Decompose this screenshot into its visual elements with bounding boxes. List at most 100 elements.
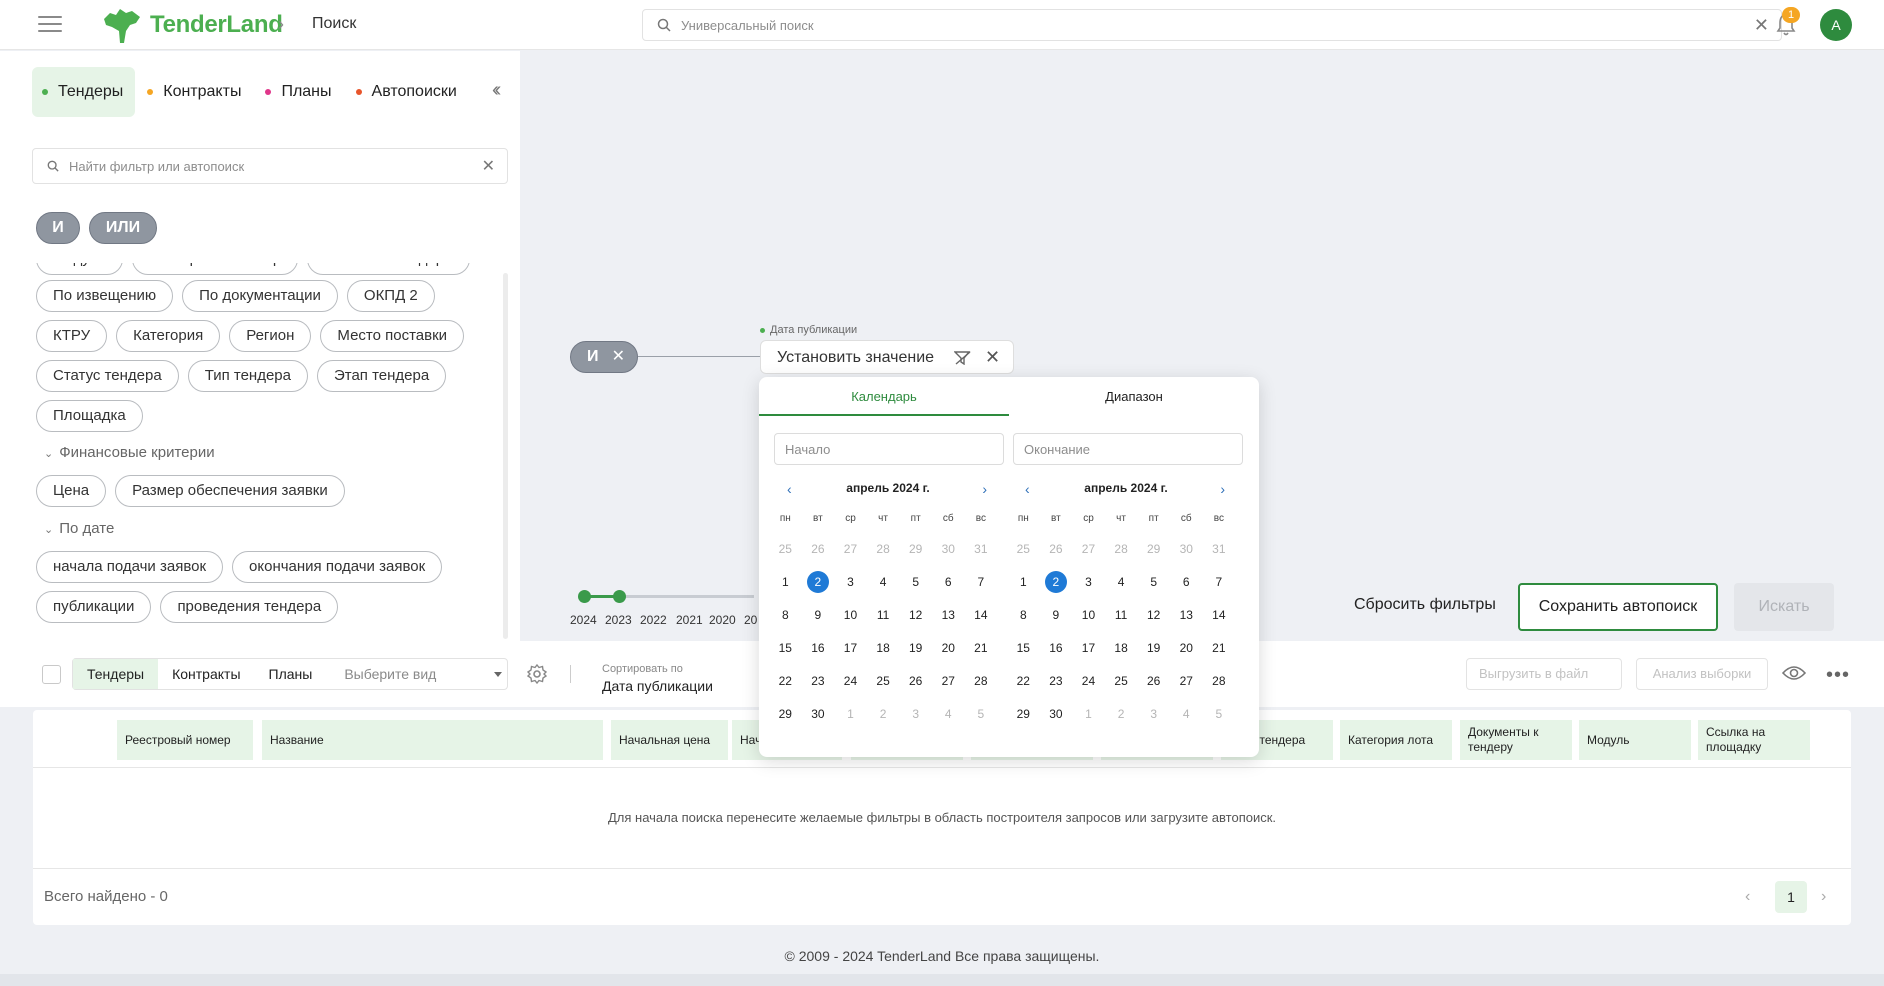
calendar-day[interactable]: 24 [1072, 665, 1105, 698]
view-select[interactable]: Выберите вид [326, 666, 436, 682]
close-icon[interactable]: ✕ [1754, 15, 1769, 36]
calendar-day[interactable]: 25 [1105, 665, 1138, 698]
calendar-day[interactable]: 28 [1203, 665, 1236, 698]
calendar-day[interactable]: 3 [1137, 698, 1170, 731]
filter-chip[interactable]: публикации [36, 591, 152, 623]
calendar-day[interactable]: 27 [834, 533, 867, 566]
calendar-day[interactable]: 18 [1105, 632, 1138, 665]
collapse-panel-icon[interactable]: ‹‹ [492, 79, 502, 102]
calendar-day[interactable]: 28 [965, 665, 998, 698]
filter-chip[interactable]: Категория [116, 320, 221, 352]
calendar-day[interactable]: 25 [1007, 533, 1040, 566]
close-icon[interactable]: ✕ [482, 156, 495, 176]
chevron-right-icon[interactable]: › [1220, 481, 1225, 497]
filter-chip[interactable]: Этап тендера [316, 360, 447, 392]
calendar-day[interactable]: 27 [1170, 665, 1203, 698]
calendar-day[interactable]: 1 [834, 698, 867, 731]
eye-icon[interactable] [1782, 664, 1806, 682]
calendar-day[interactable]: 28 [1105, 533, 1138, 566]
calendar-day[interactable]: 30 [1040, 698, 1073, 731]
calendar-day[interactable]: 4 [1105, 566, 1138, 599]
calendar-day[interactable]: 31 [1203, 533, 1236, 566]
calendar-day[interactable]: 4 [1170, 698, 1203, 731]
calendar-day[interactable]: 28 [867, 533, 900, 566]
tab-range[interactable]: Диапазон [1009, 389, 1259, 404]
chevron-left-icon[interactable]: ‹ [1025, 481, 1030, 497]
calendar-day[interactable]: 26 [802, 533, 835, 566]
calendar-day[interactable]: 8 [769, 599, 802, 632]
chevron-down-icon[interactable] [494, 672, 502, 677]
filter-chip[interactable]: проведения тендера [160, 591, 339, 623]
calendar-day[interactable]: 11 [867, 599, 900, 632]
calendar-day[interactable]: 21 [965, 632, 998, 665]
calendar-day[interactable]: 16 [802, 632, 835, 665]
calendar-day[interactable]: 20 [1170, 632, 1203, 665]
calendar-day[interactable]: 27 [932, 665, 965, 698]
filter-chip[interactable]: окончания подачи заявок [232, 551, 443, 583]
calendar-day[interactable]: 11 [1105, 599, 1138, 632]
calendar-day[interactable]: 1 [769, 566, 802, 599]
calendar-day[interactable]: 17 [834, 632, 867, 665]
filter-chip[interactable]: КТРУ [36, 320, 108, 352]
calendar-day[interactable]: 29 [899, 533, 932, 566]
calendar-day[interactable]: 14 [1203, 599, 1236, 632]
date-value-pill[interactable]: Установить значение ✕ [760, 340, 1014, 374]
filter-chip[interactable]: Модуль [36, 263, 124, 275]
column-header[interactable]: Ссылка на площадку [1698, 720, 1810, 760]
filter-search[interactable]: ✕ [32, 148, 508, 184]
start-date-input[interactable] [775, 434, 1003, 464]
tab-plans[interactable]: Планы [255, 67, 343, 117]
menu-icon[interactable] [38, 16, 62, 34]
calendar-day[interactable]: 17 [1072, 632, 1105, 665]
calendar-day[interactable]: 31 [965, 533, 998, 566]
close-icon[interactable]: ✕ [985, 347, 1000, 368]
chevron-left-icon[interactable]: ‹ [1745, 888, 1750, 906]
calendar-day[interactable]: 4 [932, 698, 965, 731]
save-autosearch-button[interactable]: Сохранить автопоиск [1518, 583, 1718, 631]
calendar-day[interactable]: 23 [1040, 665, 1073, 698]
group-finance[interactable]: ⌄ Финансовые критерии [44, 444, 215, 461]
timeline-handle-end[interactable] [613, 590, 626, 603]
filter-chip[interactable]: Реестровый номер [132, 263, 299, 275]
calendar-day[interactable]: 19 [1137, 632, 1170, 665]
avatar[interactable]: А [1820, 9, 1852, 41]
results-tab-tenders[interactable]: Тендеры [73, 659, 159, 689]
calendar-day[interactable]: 29 [1137, 533, 1170, 566]
calendar-day[interactable]: 3 [834, 566, 867, 599]
calendar-day[interactable]: 14 [965, 599, 998, 632]
search-button[interactable]: Искать [1734, 583, 1834, 631]
close-icon[interactable]: ✕ [612, 342, 625, 372]
filter-chip[interactable]: Цена [36, 475, 107, 507]
calendar-day[interactable]: 10 [1072, 599, 1105, 632]
filter-chip[interactable]: Размер обеспечения заявки [115, 475, 345, 507]
filter-search-input[interactable] [69, 157, 469, 175]
logic-and-button[interactable]: И [36, 212, 80, 244]
tab-autosearches[interactable]: Автопоиски [346, 67, 469, 117]
calendar-day-selected[interactable]: 2 [1040, 566, 1073, 599]
calendar-day[interactable]: 22 [769, 665, 802, 698]
filter-chip[interactable]: Место поставки [320, 320, 465, 352]
calendar-day[interactable]: 7 [965, 566, 998, 599]
column-header[interactable]: Категория лота [1340, 720, 1452, 760]
calendar-day[interactable]: 26 [1040, 533, 1073, 566]
calendar-day[interactable]: 26 [1137, 665, 1170, 698]
calendar-day[interactable]: 6 [1170, 566, 1203, 599]
calendar-day[interactable]: 4 [867, 566, 900, 599]
calendar-day[interactable]: 9 [802, 599, 835, 632]
filter-chip[interactable]: Название тендера [307, 263, 470, 275]
sort-select[interactable]: Сортировать по Дата публикации [590, 651, 760, 695]
calendar-day[interactable]: 8 [1007, 599, 1040, 632]
filter-chip[interactable]: По извещению [36, 280, 174, 312]
column-header[interactable]: Документы к тендеру [1460, 720, 1572, 760]
tab-contracts[interactable]: Контракты [137, 67, 253, 117]
calendar-day-selected[interactable]: 2 [802, 566, 835, 599]
filter-chip[interactable]: ОКПД 2 [346, 280, 435, 312]
calendar-day[interactable]: 16 [1040, 632, 1073, 665]
calendar-day[interactable]: 2 [867, 698, 900, 731]
calendar-day[interactable]: 19 [899, 632, 932, 665]
calendar-day[interactable]: 12 [1137, 599, 1170, 632]
export-button[interactable]: Выгрузить в файл [1466, 658, 1622, 690]
and-node[interactable]: И ✕ [570, 341, 638, 373]
filter-chip[interactable]: По документации [182, 280, 338, 312]
gear-icon[interactable] [526, 663, 548, 685]
